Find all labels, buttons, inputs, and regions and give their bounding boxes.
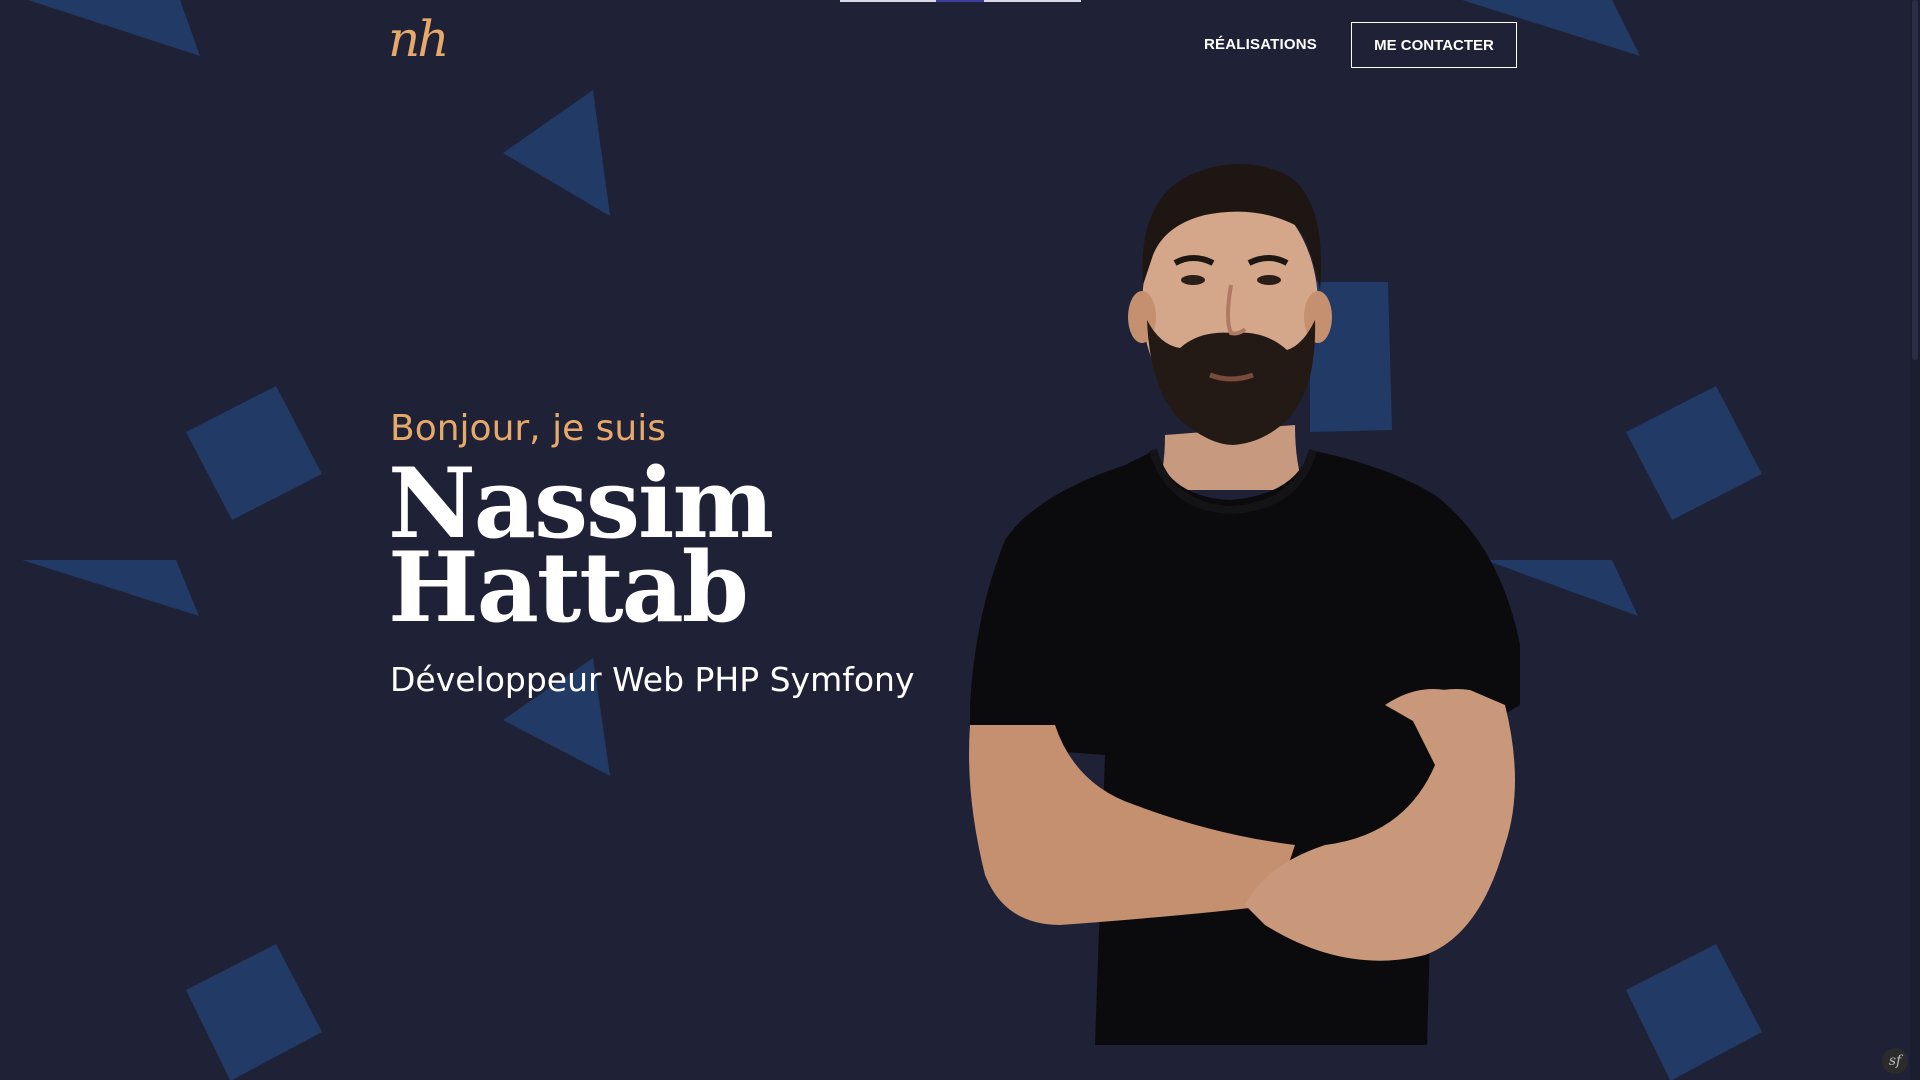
contact-button[interactable]: ME CONTACTER <box>1351 22 1517 68</box>
bg-triangle <box>28 0 200 56</box>
bg-diamond <box>1626 944 1762 1080</box>
symfony-icon[interactable]: sf <box>1882 1048 1908 1074</box>
hero-role: Développeur Web PHP Symfony <box>390 660 915 699</box>
hero-greeting: Bonjour, je suis <box>390 408 666 449</box>
portrait-eye <box>1181 275 1205 285</box>
nav-link-realisations[interactable]: RÉALISATIONS <box>1204 36 1317 53</box>
page-progress-bar <box>840 0 1081 2</box>
background-shapes <box>22 0 1762 1080</box>
bg-triangle <box>503 90 610 216</box>
page-scrollbar[interactable] <box>1910 0 1920 1080</box>
hero-last-name: Hattab <box>388 531 749 644</box>
page: nh RÉALISATIONS ME CONTACTER Bonjour, je… <box>0 0 1920 1080</box>
page-progress-indicator <box>936 0 984 2</box>
bg-diamond <box>1626 386 1762 520</box>
person-portrait-photo <box>969 164 1520 1045</box>
bg-triangle <box>22 560 199 616</box>
portrait-eye <box>1257 275 1281 285</box>
bg-diamond <box>186 944 322 1080</box>
site-logo[interactable]: nh <box>388 10 449 68</box>
hero-name: Nassim Hattab <box>388 456 774 644</box>
scrollbar-thumb[interactable] <box>1912 0 1918 360</box>
bg-diamond <box>186 386 322 520</box>
